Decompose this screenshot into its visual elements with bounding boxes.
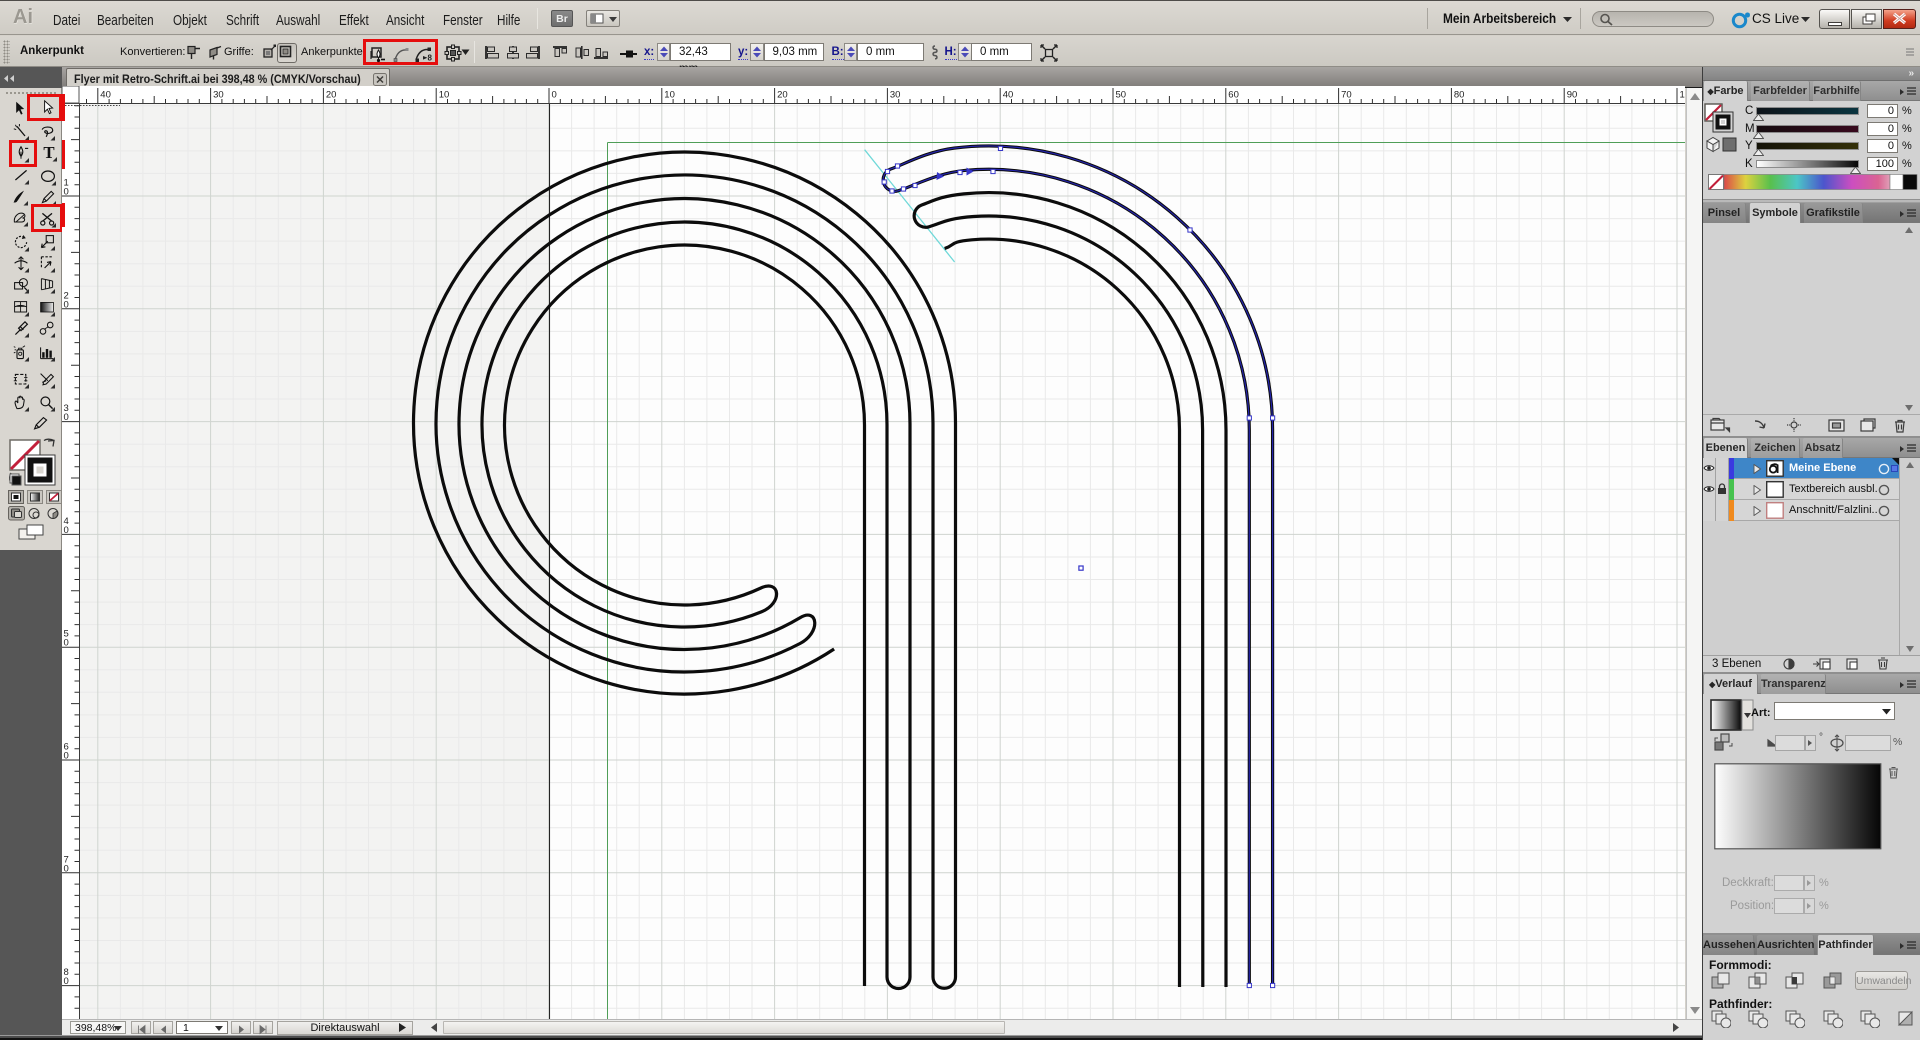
svg-text:20: 20 — [777, 90, 788, 101]
svg-text:70: 70 — [1341, 90, 1352, 101]
svg-text:0: 0 — [64, 299, 69, 310]
svg-text:T: T — [43, 143, 54, 162]
svg-text:0: 0 — [64, 525, 69, 536]
svg-text:20: 20 — [326, 90, 337, 101]
svg-text:0: 0 — [552, 90, 557, 101]
svg-text:10: 10 — [439, 90, 450, 101]
svg-text:50: 50 — [1116, 90, 1127, 101]
svg-text:0: 0 — [64, 638, 69, 649]
svg-text:0: 0 — [64, 863, 69, 874]
svg-text:60: 60 — [1228, 90, 1239, 101]
svg-text:80: 80 — [1454, 90, 1465, 101]
svg-text:0: 0 — [64, 187, 69, 198]
svg-text:40: 40 — [1003, 90, 1014, 101]
svg-text:30: 30 — [890, 90, 901, 101]
svg-text:100: 100 — [1680, 90, 1686, 101]
svg-text:0: 0 — [64, 412, 69, 423]
svg-text:40: 40 — [100, 90, 111, 101]
svg-text:10: 10 — [664, 90, 675, 101]
svg-text:8: 8 — [428, 54, 433, 63]
svg-text:0: 0 — [64, 751, 69, 762]
svg-text:0: 0 — [64, 976, 69, 987]
svg-text:90: 90 — [1567, 90, 1578, 101]
svg-text:30: 30 — [213, 90, 224, 101]
